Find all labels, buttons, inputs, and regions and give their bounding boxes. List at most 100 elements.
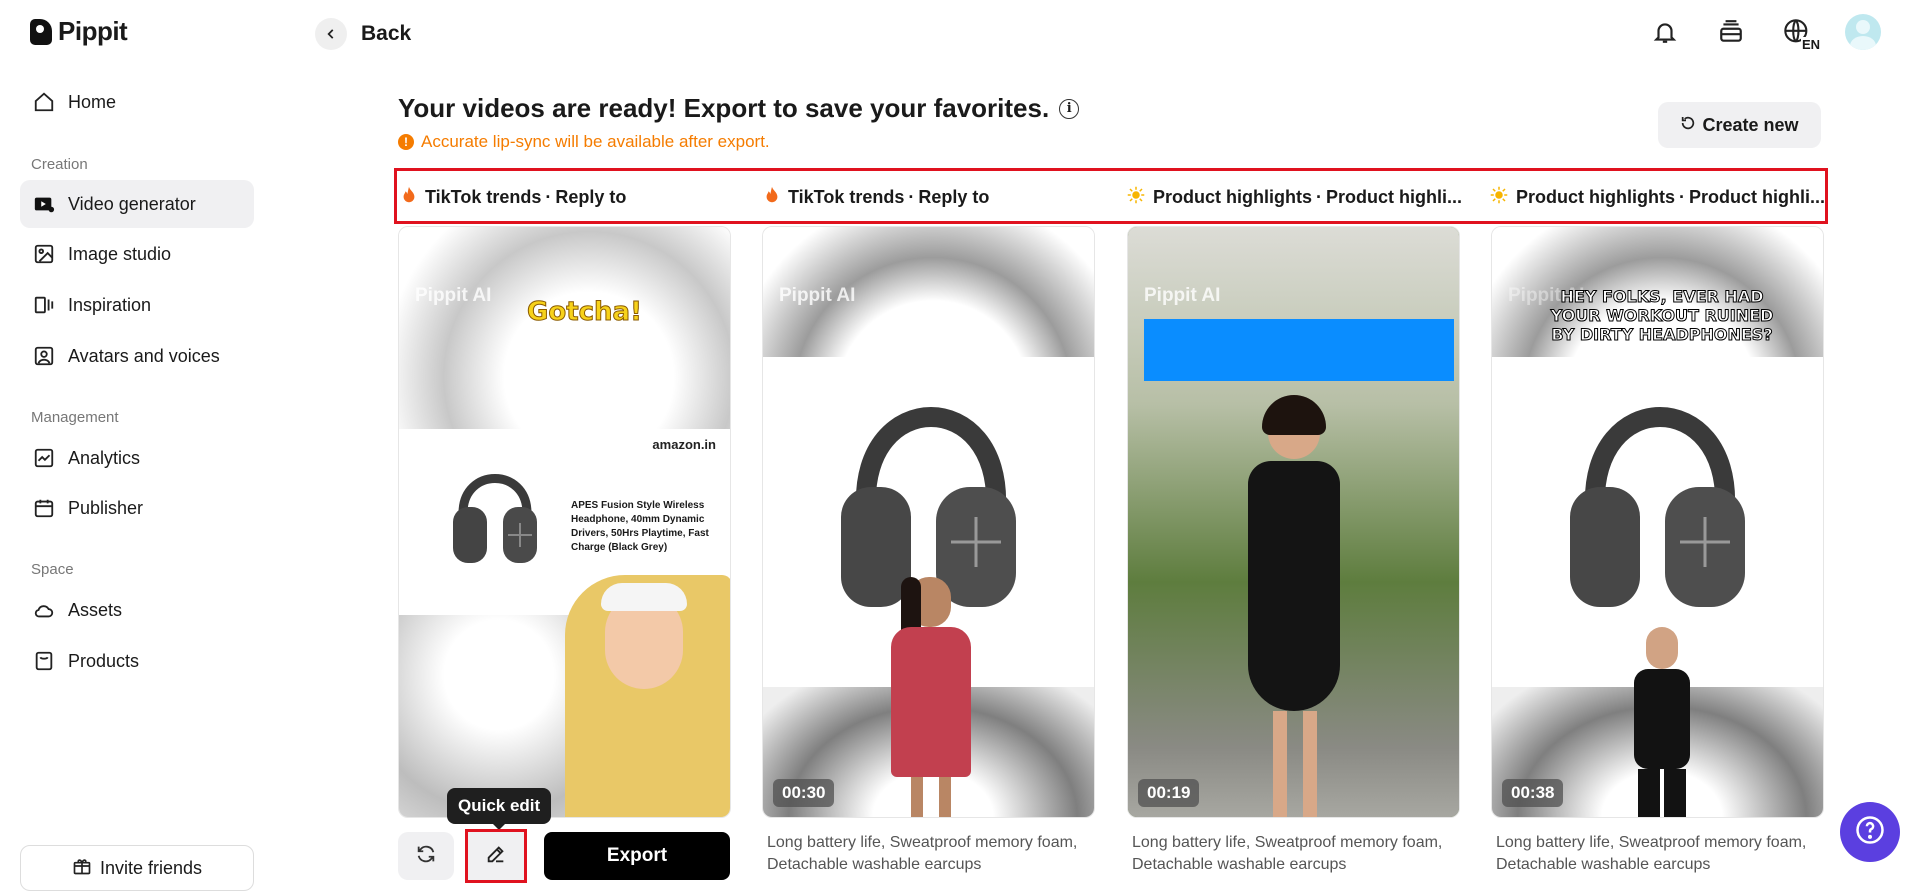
pippit-logo[interactable]: Pippit (30, 16, 128, 47)
video-card-2[interactable]: Pippit AI 00:30 (762, 226, 1095, 818)
invite-friends-button[interactable]: Invite friends (20, 845, 254, 891)
video-generator-icon (32, 192, 56, 216)
video-tab-3[interactable]: Product highlights · Product highli... (1127, 186, 1462, 209)
caption-bar (1144, 319, 1454, 381)
sidebar-item-label: Home (68, 91, 117, 112)
quick-edit-tooltip: Quick edit (447, 788, 552, 830)
warning-icon: ! (398, 134, 414, 150)
sidebar-item-label: Analytics (68, 447, 141, 468)
chevron-left-icon[interactable] (315, 18, 347, 50)
video-tab-1[interactable]: TikTok trends · Reply to (401, 186, 626, 209)
presenter-person (1622, 627, 1702, 817)
sidebar-item-label: Video generator (68, 193, 196, 214)
analytics-icon (32, 446, 56, 470)
presenter-person (1218, 395, 1378, 817)
lip-sync-warning: ! Accurate lip-sync will be available af… (398, 132, 770, 152)
user-avatar[interactable] (1845, 14, 1881, 50)
tab-separator: · (545, 187, 552, 207)
pencil-icon (485, 843, 507, 870)
tab-style: Product highli... (1689, 187, 1825, 207)
tab-category: TikTok trends (788, 187, 905, 207)
calendar-icon (32, 496, 56, 520)
warning-text: Accurate lip-sync will be available afte… (421, 132, 770, 151)
fire-icon (764, 186, 780, 209)
sidebar-item-label: Inspiration (68, 294, 152, 315)
video-description: Long battery life, Sweatproof memory foa… (767, 834, 1078, 873)
headphone-image (449, 457, 541, 572)
header-actions: EN (1647, 14, 1881, 52)
duration-badge: 00:38 (1502, 779, 1564, 807)
image-studio-icon (32, 242, 56, 266)
product-box-icon (32, 649, 56, 673)
caption-text: Gotcha! (527, 297, 643, 328)
quick-edit-button[interactable] (465, 829, 527, 883)
pippit-logo-icon (30, 18, 52, 45)
bell-icon[interactable] (1647, 14, 1683, 50)
video-tab-2[interactable]: TikTok trends · Reply to (764, 186, 989, 209)
video-description: Long battery life, Sweatproof memory foa… (1496, 834, 1807, 873)
sun-icon (1490, 186, 1508, 209)
inspiration-icon (32, 293, 56, 317)
help-icon (1855, 815, 1885, 850)
video-thumbnail-top (399, 227, 730, 429)
fire-icon (401, 186, 417, 209)
page-title: Your videos are ready! Export to save yo… (398, 93, 1080, 124)
export-button[interactable]: Export (544, 832, 730, 880)
creator-person (565, 575, 730, 817)
video-card-4[interactable]: Pippit AI HEY FOLKS, EVER HAD YOUR WORKO… (1491, 226, 1824, 818)
back-nav[interactable]: Back (315, 18, 411, 50)
nav-section-management: Management (31, 409, 119, 426)
product-description: APES Fusion Style Wireless Headphone, 40… (571, 500, 709, 553)
language-code: EN (1800, 37, 1821, 52)
subscription-stack-icon[interactable] (1713, 14, 1749, 50)
create-new-label: Create new (1702, 114, 1799, 135)
info-icon[interactable]: i (1059, 98, 1080, 119)
tab-category: TikTok trends (425, 187, 542, 207)
video-description: Long battery life, Sweatproof memory foa… (1132, 834, 1443, 873)
back-label[interactable]: Back (361, 22, 411, 46)
regenerate-icon (415, 843, 437, 870)
globe-language-icon[interactable]: EN (1779, 14, 1821, 52)
sidebar-item-label: Image studio (68, 243, 172, 264)
sidebar-item-image-studio[interactable]: Image studio (20, 230, 254, 278)
sidebar-item-avatars-and-voices[interactable]: Avatars and voices (20, 332, 254, 380)
video-card-3[interactable]: Pippit AI 00:19 (1127, 226, 1460, 818)
tab-separator: · (908, 187, 915, 207)
video-card-1[interactable]: Pippit AI Gotcha! amazon.in APES Fusion … (398, 226, 731, 818)
duration-badge: 00:30 (773, 779, 835, 807)
tab-category: Product highlights (1153, 187, 1312, 207)
regenerate-button[interactable] (398, 832, 454, 880)
app-name: Pippit (58, 16, 128, 46)
sidebar-item-video-generator[interactable]: Video generator (20, 180, 254, 228)
sun-icon (1127, 186, 1145, 209)
tab-category: Product highlights (1516, 187, 1675, 207)
sidebar-item-inspiration[interactable]: Inspiration (20, 281, 254, 329)
sidebar-item-label: Publisher (68, 497, 144, 518)
gift-icon (72, 856, 92, 881)
sidebar-item-home[interactable]: Home (20, 78, 254, 126)
sidebar-item-assets[interactable]: Assets (20, 586, 254, 634)
watermark: Pippit AI (779, 285, 856, 306)
headphone-image (1560, 377, 1760, 622)
avatar-icon (32, 344, 56, 368)
page-title-text: Your videos are ready! Export to save yo… (398, 93, 1050, 123)
help-button[interactable] (1840, 802, 1900, 862)
video-tab-4[interactable]: Product highlights · Product highli... (1490, 186, 1825, 209)
tab-separator: · (1316, 187, 1322, 207)
watermark: Pippit AI (415, 285, 492, 306)
sidebar-item-publisher[interactable]: Publisher (20, 484, 254, 532)
create-new-button[interactable]: Create new (1658, 102, 1821, 148)
duration-badge: 00:19 (1138, 779, 1200, 807)
sidebar-item-analytics[interactable]: Analytics (20, 434, 254, 482)
sidebar-item-label: Products (68, 650, 140, 671)
refresh-icon (1680, 115, 1696, 136)
presenter-person (881, 577, 981, 817)
nav-section-space: Space (31, 561, 74, 578)
invite-friends-label: Invite friends (99, 857, 203, 878)
sidebar: Pippit Home Creation Video generator Ima… (0, 0, 270, 891)
sidebar-item-products[interactable]: Products (20, 637, 254, 685)
tab-style: Product highli... (1326, 187, 1462, 207)
tab-style: Reply to (555, 187, 627, 207)
tab-style: Reply to (918, 187, 990, 207)
sidebar-item-label: Assets (68, 599, 123, 620)
